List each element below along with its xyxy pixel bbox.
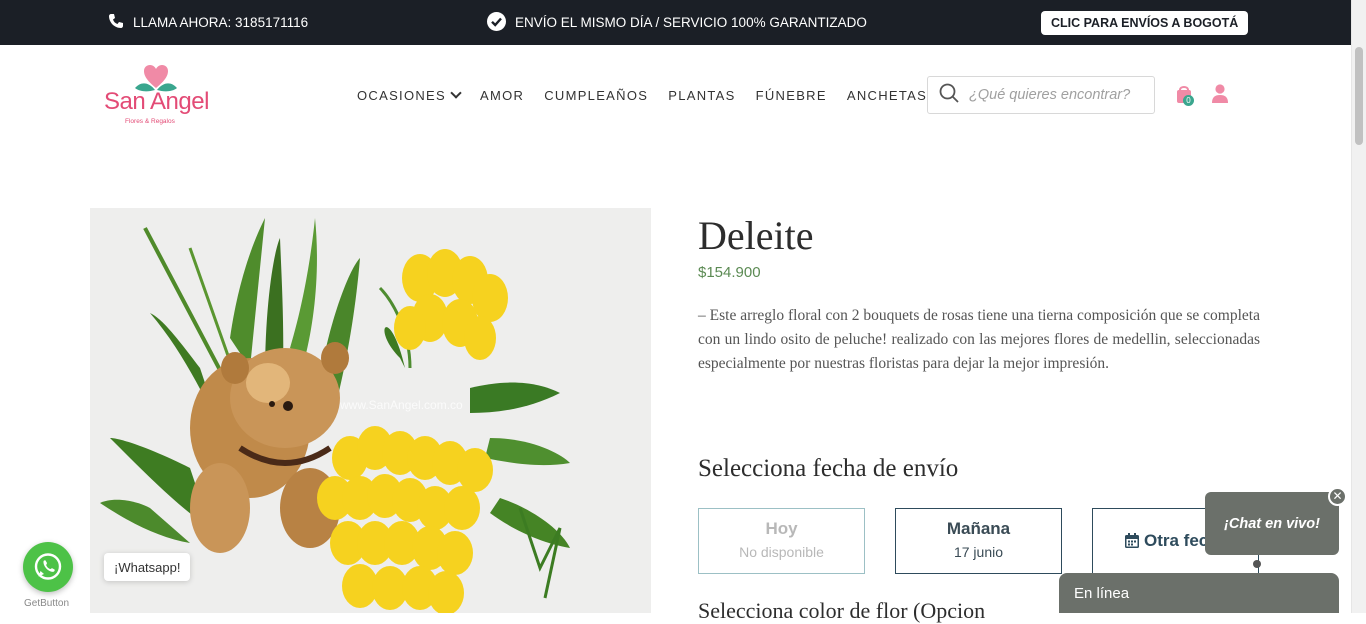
product-price: $154.900 bbox=[698, 264, 761, 281]
top-announcement-bar: LLAMA AHORA: 3185171116 ENVÍO EL MISMO D… bbox=[0, 0, 1351, 45]
date-option-title: Mañana bbox=[946, 519, 1011, 538]
nav-cumpleanos[interactable]: CUMPLEAÑOS bbox=[544, 88, 648, 103]
close-icon[interactable]: ✕ bbox=[1328, 487, 1347, 506]
cart-button[interactable]: 0 bbox=[1175, 84, 1194, 109]
getbutton-credit[interactable]: GetButton bbox=[24, 598, 69, 609]
chat-status-text: En línea bbox=[1074, 585, 1130, 602]
live-chat-bubble[interactable]: ¡Chat en vivo! bbox=[1205, 492, 1339, 555]
logo-text: San Angel bbox=[104, 88, 209, 115]
nav-amor[interactable]: AMOR bbox=[480, 88, 524, 103]
whatsapp-button[interactable] bbox=[23, 542, 73, 592]
bogota-shipping-button[interactable]: CLIC PARA ENVÍOS A BOGOTÁ bbox=[1041, 11, 1249, 35]
phone-icon bbox=[108, 13, 124, 32]
chat-status-tab[interactable]: En línea bbox=[1059, 573, 1339, 613]
search-box bbox=[927, 76, 1155, 114]
date-option-sub: No disponible bbox=[739, 544, 824, 560]
date-option-title: Hoy bbox=[765, 519, 798, 538]
date-option-today[interactable]: Hoy No disponible bbox=[698, 508, 865, 574]
phone-text: LLAMA AHORA: 3185171116 bbox=[133, 15, 309, 30]
main-navigation: OCASIONES AMOR CUMPLEAÑOS PLANTAS FÚNEBR… bbox=[357, 87, 927, 103]
nav-funebre[interactable]: FÚNEBRE bbox=[756, 88, 827, 103]
site-logo[interactable]: San Angel Flores & Regalos bbox=[104, 64, 214, 128]
search-input[interactable] bbox=[967, 86, 1151, 104]
product-description: – Este arreglo floral con 2 bouquets de … bbox=[698, 307, 1260, 372]
date-option-sub: 17 junio bbox=[953, 544, 1004, 560]
cart-count-badge: 0 bbox=[1183, 95, 1194, 106]
check-circle-icon bbox=[487, 11, 506, 34]
product-title: Deleite bbox=[698, 213, 814, 258]
search-icon[interactable] bbox=[939, 83, 959, 108]
date-option-tomorrow[interactable]: Mañana 17 junio bbox=[895, 508, 1062, 574]
scrollbar-thumb[interactable] bbox=[1355, 47, 1363, 145]
account-button[interactable] bbox=[1211, 84, 1229, 109]
phone-info[interactable]: LLAMA AHORA: 3185171116 bbox=[108, 0, 308, 45]
page-scrollbar[interactable] bbox=[1351, 0, 1366, 613]
chat-pointer-dot bbox=[1253, 560, 1261, 568]
user-icon bbox=[1212, 84, 1228, 103]
nav-ocasiones[interactable]: OCASIONES bbox=[357, 87, 462, 103]
chevron-down-icon bbox=[450, 87, 462, 99]
shipping-info: ENVÍO EL MISMO DÍA / SERVICIO 100% GARAN… bbox=[487, 0, 867, 45]
watermark-text: www.SanAngel.com.co bbox=[339, 398, 463, 412]
whatsapp-icon bbox=[34, 553, 62, 580]
nav-anchetas[interactable]: ANCHETAS bbox=[847, 88, 927, 103]
flower-color-title: Selecciona color de flor (Opcion bbox=[698, 598, 986, 623]
shipping-text: ENVÍO EL MISMO DÍA / SERVICIO 100% GARAN… bbox=[515, 15, 867, 30]
logo-tagline: Flores & Regalos bbox=[125, 118, 175, 125]
nav-plantas[interactable]: PLANTAS bbox=[668, 88, 735, 103]
whatsapp-label[interactable]: ¡Whatsapp! bbox=[104, 553, 191, 581]
nav-label: OCASIONES bbox=[357, 88, 446, 103]
calendar-icon bbox=[1125, 533, 1139, 553]
delivery-date-title: Selecciona fecha de envío bbox=[698, 455, 959, 482]
